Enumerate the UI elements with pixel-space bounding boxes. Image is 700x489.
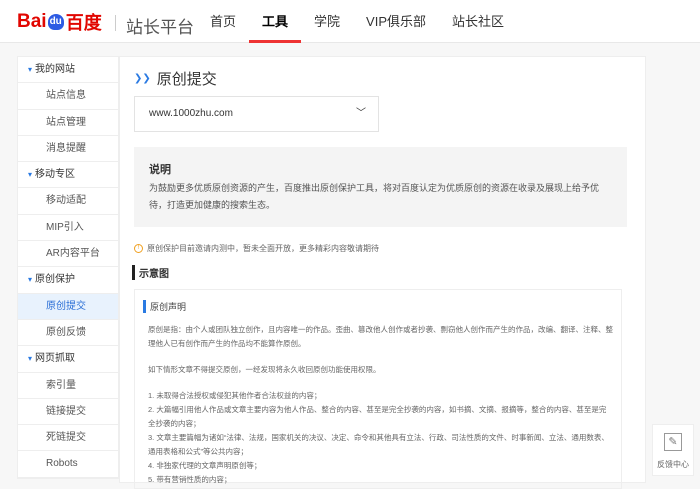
example-title: 原创声明 — [143, 300, 613, 313]
description-title: 说明 — [149, 164, 171, 176]
chevron-down-icon: ﹀ — [356, 108, 366, 119]
warning-icon: ! — [134, 244, 143, 253]
example-box: 原创声明 原创是指：由个人或团队独立创作，且内容唯一的作品。歪曲、篡改他人创作或… — [134, 289, 622, 489]
sidebar-group[interactable]: 移动专区 — [18, 162, 118, 189]
main-nav: 首页 工具 学院 VIP俱乐部 站长社区 — [197, 0, 517, 43]
example-item: 1. 未取得合法授权或侵犯其他作者合法权益的内容； — [148, 391, 322, 400]
edit-icon: ✎ — [664, 433, 682, 451]
example-paragraph: 如下情形文章不得提交原创，一经发现将永久收回原创功能使用权限。 — [148, 365, 381, 374]
sidebar-item[interactable]: 原创提交 — [18, 293, 118, 320]
notice: ! 原创保护目前邀请内测中，暂未全面开放，更多精彩内容敬请期待 — [134, 243, 379, 254]
example-item: 5. 带有营销性质的内容； — [148, 475, 232, 484]
example-item: 2. 大篇幅引用他人作品或文章主要内容为他人作品、整合的内容、甚至是完全抄袭的内… — [148, 405, 607, 428]
site-select[interactable]: www.1000zhu.com ﹀ — [134, 96, 379, 132]
sidebar-item[interactable]: 移动适配 — [18, 188, 118, 215]
site-name: 站长平台 — [126, 18, 194, 37]
example-item: 4. 非独家代理的文章声明原创等； — [148, 461, 262, 470]
example-heading: 示意图 — [132, 265, 169, 280]
feedback-label: 反馈中心 — [657, 460, 689, 469]
main-panel: ❯❯ 原创提交 www.1000zhu.com ﹀ 说明 为鼓励更多优质原创资源的产… — [119, 56, 646, 489]
nav-community[interactable]: 站长社区 — [439, 0, 517, 43]
divider — [115, 15, 116, 31]
logo-text: Bai — [17, 11, 47, 32]
example-item: 3. 文章主要篇幅为诸如“法律、法规，国家机关的决议、决定、命令和其他具有立法、… — [148, 433, 609, 456]
nav-home[interactable]: 首页 — [197, 0, 249, 43]
sidebar-item[interactable]: AR内容平台 — [18, 241, 118, 268]
sidebar: 我的网站站点信息站点管理消息提醒移动专区移动适配MIP引入AR内容平台原创保护原… — [17, 56, 119, 479]
chevron-icon: ❯❯ — [134, 73, 151, 84]
sidebar-item[interactable]: 消息提醒 — [18, 136, 118, 163]
nav-tools[interactable]: 工具 — [249, 0, 302, 43]
sidebar-item[interactable]: MIP引入 — [18, 215, 118, 242]
nav-academy[interactable]: 学院 — [301, 0, 353, 43]
feedback-center-button[interactable]: ✎ 反馈中心 — [652, 424, 694, 476]
notice-text: 原创保护目前邀请内测中，暂未全面开放，更多精彩内容敬请期待 — [147, 244, 379, 253]
sidebar-item[interactable]: 原创反馈 — [18, 320, 118, 347]
page-title-text: 原创提交 — [156, 71, 217, 88]
description-box: 说明 为鼓励更多优质原创资源的产生，百度推出原创保护工具，将对百度认定为优质原创… — [134, 147, 627, 227]
page-title: ❯❯ 原创提交 — [134, 68, 217, 89]
site-select-value: www.1000zhu.com — [149, 108, 233, 119]
sidebar-item[interactable]: 死链提交 — [18, 425, 118, 452]
baidu-logo[interactable]: Bai du 百度 — [17, 8, 102, 36]
nav-vip[interactable]: VIP俱乐部 — [353, 0, 439, 43]
sidebar-item[interactable]: 站点管理 — [18, 110, 118, 136]
sidebar-item[interactable]: 索引量 — [18, 373, 118, 399]
description-text: 为鼓励更多优质原创资源的产生，百度推出原创保护工具，将对百度认定为优质原创的资源… — [149, 183, 600, 210]
sidebar-item[interactable]: 链接提交 — [18, 399, 118, 426]
sidebar-item[interactable]: Robots — [18, 451, 118, 478]
sidebar-group[interactable]: 我的网站 — [18, 57, 118, 84]
sidebar-group[interactable]: 原创保护 — [18, 267, 118, 294]
logo-paw: du — [47, 14, 64, 30]
example-paragraph: 原创是指：由个人或团队独立创作，且内容唯一的作品。歪曲、篡改他人创作或者抄袭、剽… — [148, 325, 613, 348]
sidebar-item[interactable]: 站点信息 — [18, 83, 118, 110]
top-header: Bai du 百度 站长平台 首页 工具 学院 VIP俱乐部 站长社区 — [0, 0, 700, 43]
logo-cn: 百度 — [65, 13, 102, 33]
sidebar-group[interactable]: 网页抓取 — [18, 346, 118, 373]
